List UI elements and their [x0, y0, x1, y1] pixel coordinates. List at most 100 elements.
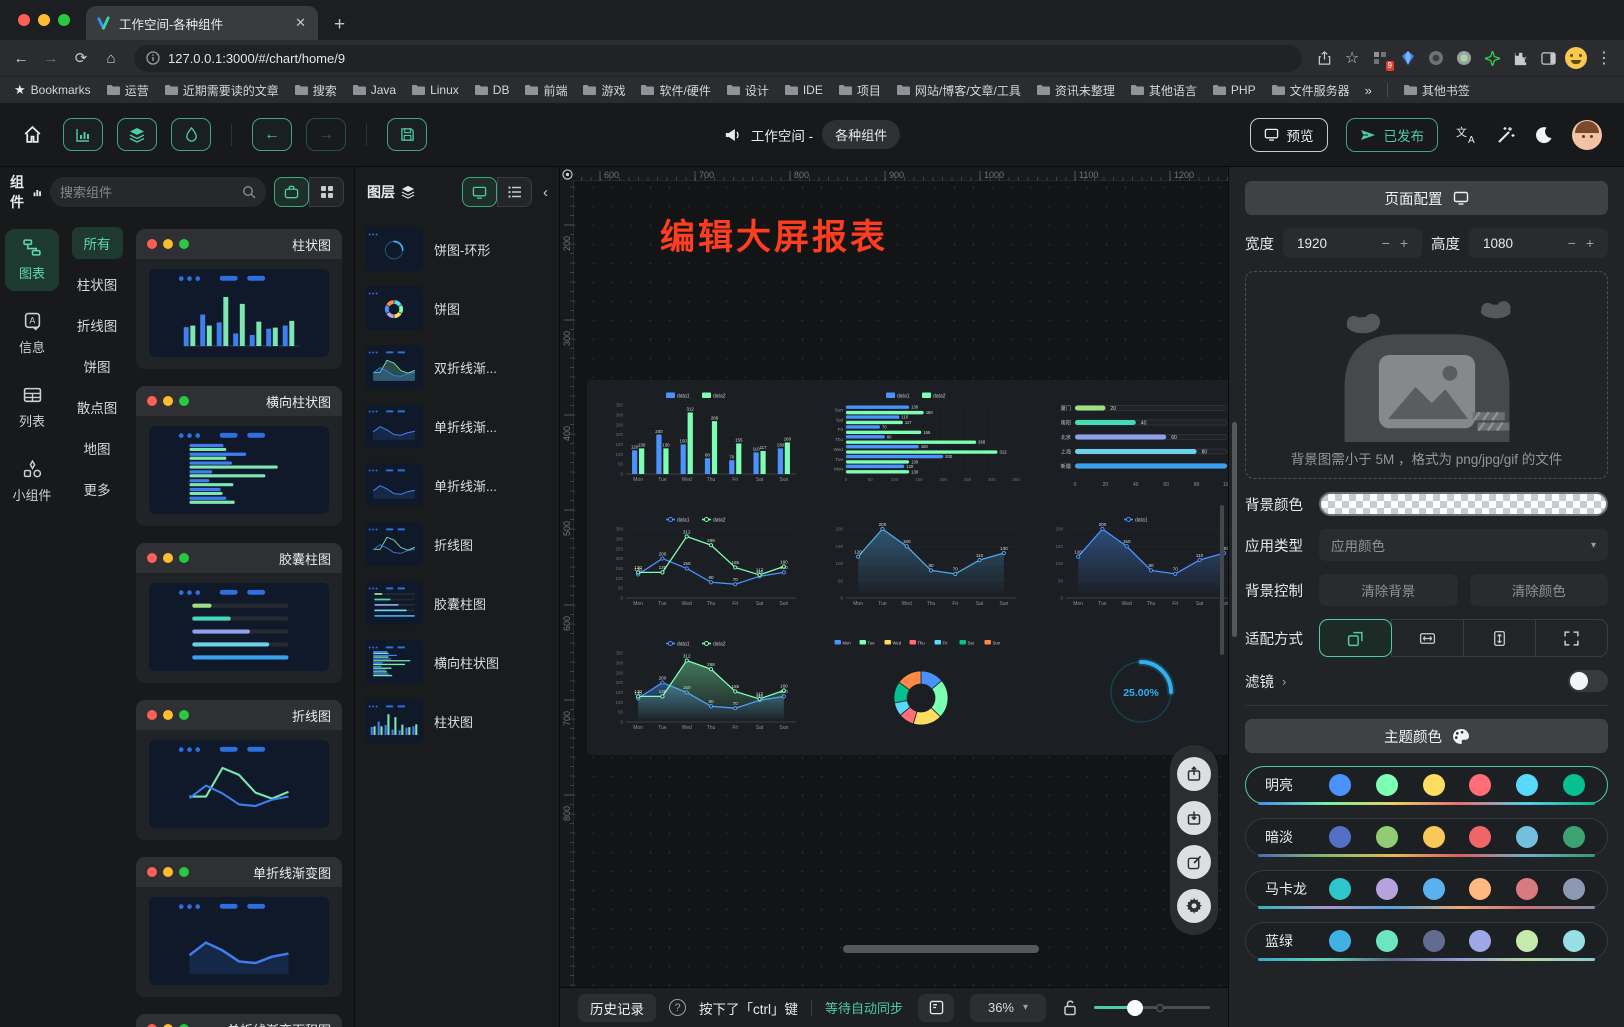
category-chart[interactable]: 图表	[5, 229, 59, 291]
browser-tab[interactable]: 工作空间-各种组件 ✕	[86, 6, 318, 40]
component-card[interactable]: 单折线渐变图	[136, 857, 342, 997]
bookmarks-manager[interactable]: ★ Bookmarks	[14, 82, 91, 98]
dark-mode-moon-icon[interactable]	[1534, 125, 1554, 145]
layer-item[interactable]: 胶囊柱图	[365, 581, 549, 625]
import-button[interactable]	[1177, 801, 1211, 835]
bookmark-folder[interactable]: IDE	[784, 82, 823, 99]
filter-item[interactable]: 所有	[72, 227, 123, 259]
zoom-slider[interactable]	[1094, 1000, 1210, 1016]
lock-icon[interactable]	[1062, 999, 1078, 1016]
puzzle-extensions-icon[interactable]	[1508, 46, 1532, 70]
dashboard[interactable]: 050100150200250300350MonTueWedThuFriSatS…	[587, 380, 1228, 755]
height-increase-button[interactable]: +	[1581, 235, 1599, 251]
category-widget[interactable]: 小组件	[5, 451, 59, 513]
layer-item[interactable]: 双折线渐...	[365, 345, 549, 389]
canvas-horizontal-scrollbar[interactable]	[843, 945, 1039, 953]
theme-color-header[interactable]: 主题颜色	[1245, 719, 1608, 753]
filter-item[interactable]: 饼图	[84, 356, 111, 376]
canvas-vertical-scrollbar[interactable]	[1220, 505, 1224, 655]
bookmark-folder[interactable]: Java	[352, 82, 396, 99]
bookmark-folder[interactable]: PHP	[1212, 82, 1256, 99]
new-tab-button[interactable]: +	[318, 14, 345, 40]
extension-blocks-icon[interactable]: 9	[1368, 46, 1392, 70]
width-stepper[interactable]: 1920 − +	[1283, 228, 1422, 258]
layer-item[interactable]: 单折线渐...	[365, 463, 549, 507]
dashboard-chart-line-gradient[interactable]: 050100150200MonTueWedThuFriSatSundata112…	[1039, 512, 1228, 620]
dashboard-chart-capsule-bar[interactable]: 厦门20南阳40北京60上海80新疆100020406080100	[1039, 388, 1228, 496]
minimize-window-icon[interactable]	[38, 14, 50, 26]
maximize-window-icon[interactable]	[58, 14, 70, 26]
green-star-extension-icon[interactable]	[1480, 46, 1504, 70]
design-canvas[interactable]: 600700800900100011001200 200300400500600…	[560, 167, 1228, 987]
address-bar[interactable]: 127.0.0.1:3000/#/chart/home/9	[134, 45, 1302, 72]
background-upload-area[interactable]: 背景图需小于 5M ，格式为 png/jpg/gif 的文件	[1245, 271, 1608, 479]
preview-button[interactable]: 预览	[1250, 118, 1328, 152]
height-stepper[interactable]: 1080 − +	[1469, 228, 1608, 258]
export-button[interactable]	[1177, 757, 1211, 791]
clear-color-button[interactable]: 清除颜色	[1470, 574, 1609, 606]
magic-wand-icon[interactable]	[1496, 125, 1516, 145]
layer-item[interactable]: 横向柱状图	[365, 640, 549, 684]
collapse-panel-chevron-icon[interactable]: ‹	[540, 184, 551, 201]
dashboard-chart-line-double[interactable]: 050100150200250300350MonTueWedThuFriSatS…	[599, 512, 804, 620]
save-button[interactable]	[387, 118, 427, 151]
fit-scale-button[interactable]	[1319, 619, 1392, 657]
config-scrollbar[interactable]	[1232, 422, 1237, 637]
forward-icon[interactable]: →	[38, 45, 64, 71]
components-toggle-button[interactable]	[63, 118, 103, 151]
clear-background-button[interactable]: 清除背景	[1319, 574, 1458, 606]
bookmark-folder[interactable]: Linux	[411, 82, 459, 99]
bookmark-folder[interactable]: DB	[474, 82, 510, 99]
close-window-icon[interactable]	[18, 14, 30, 26]
bookmark-folder[interactable]: 网站/博客/文章/工具	[896, 82, 1021, 99]
search-box[interactable]	[50, 177, 266, 207]
layer-item[interactable]: 饼图	[365, 286, 549, 330]
filter-item[interactable]: 散点图	[77, 397, 118, 417]
profile-avatar[interactable]	[1564, 46, 1588, 70]
redo-button[interactable]: →	[306, 118, 346, 151]
height-decrease-button[interactable]: −	[1563, 235, 1581, 251]
dashboard-chart-pie-donut[interactable]: MonTueWedThuFriSatSun	[819, 636, 1024, 744]
workspace-name-chip[interactable]: 各种组件	[822, 120, 900, 149]
theme-row-暗淡[interactable]: 暗淡	[1245, 818, 1608, 856]
ruler-eye-icon[interactable]	[560, 167, 574, 181]
layer-item[interactable]: 单折线渐...	[365, 404, 549, 448]
side-panel-icon[interactable]	[1536, 46, 1560, 70]
app-home-icon[interactable]	[22, 124, 43, 145]
reload-icon[interactable]: ⟳	[68, 45, 94, 71]
search-input[interactable]	[60, 185, 236, 200]
layer-list-view-button[interactable]	[497, 177, 532, 207]
component-card[interactable]: 柱状图	[136, 229, 342, 369]
bookmark-folder[interactable]: 其他语言	[1130, 82, 1197, 99]
layer-item[interactable]: 饼图-环形	[365, 227, 549, 271]
dashboard-chart-bar-horizontal[interactable]: 050100150200250300350data1data2Mon120130…	[819, 388, 1024, 496]
chevron-right-icon[interactable]: ›	[1282, 674, 1286, 689]
bookmark-folder[interactable]: 设计	[726, 82, 769, 99]
theme-row-蓝绿[interactable]: 蓝绿	[1245, 922, 1608, 960]
details-toggle-button[interactable]	[171, 118, 211, 151]
tab-close-icon[interactable]: ✕	[293, 15, 308, 31]
back-icon[interactable]: ←	[8, 45, 34, 71]
theme-row-明亮[interactable]: 明亮	[1245, 766, 1608, 804]
dashboard-chart-line-single[interactable]: 050100150200MonTueWedThuFriSatSun1202001…	[819, 512, 1024, 620]
app-type-select[interactable]: 应用颜色 ▾	[1319, 529, 1608, 561]
zoom-slider-handle[interactable]	[1127, 1000, 1143, 1016]
blue-gem-extension-icon[interactable]	[1396, 46, 1420, 70]
big-screen-title-text[interactable]: 编辑大屏报表	[660, 209, 888, 260]
page-config-header[interactable]: 页面配置	[1245, 181, 1608, 215]
help-icon[interactable]: ?	[669, 999, 686, 1016]
bookmark-folder[interactable]: 运营	[106, 82, 149, 99]
category-table[interactable]: 列表	[5, 377, 59, 439]
bookmark-folder[interactable]: 文件服务器	[1271, 82, 1350, 99]
filter-item[interactable]: 地图	[84, 438, 111, 458]
bottom-panel-toggle-button[interactable]	[918, 994, 954, 1022]
category-info[interactable]: A信息	[5, 303, 59, 365]
dashboard-chart-ring-progress[interactable]: 25.00%	[1039, 636, 1228, 744]
share-icon[interactable]	[1312, 46, 1336, 70]
filter-item[interactable]: 柱状图	[77, 274, 118, 294]
zoom-level-select[interactable]: 36%▾	[970, 994, 1046, 1022]
width-decrease-button[interactable]: −	[1377, 235, 1395, 251]
filter-item[interactable]: 更多	[84, 479, 111, 499]
window-controls[interactable]	[0, 0, 86, 40]
component-grid-view-button[interactable]	[309, 177, 344, 207]
